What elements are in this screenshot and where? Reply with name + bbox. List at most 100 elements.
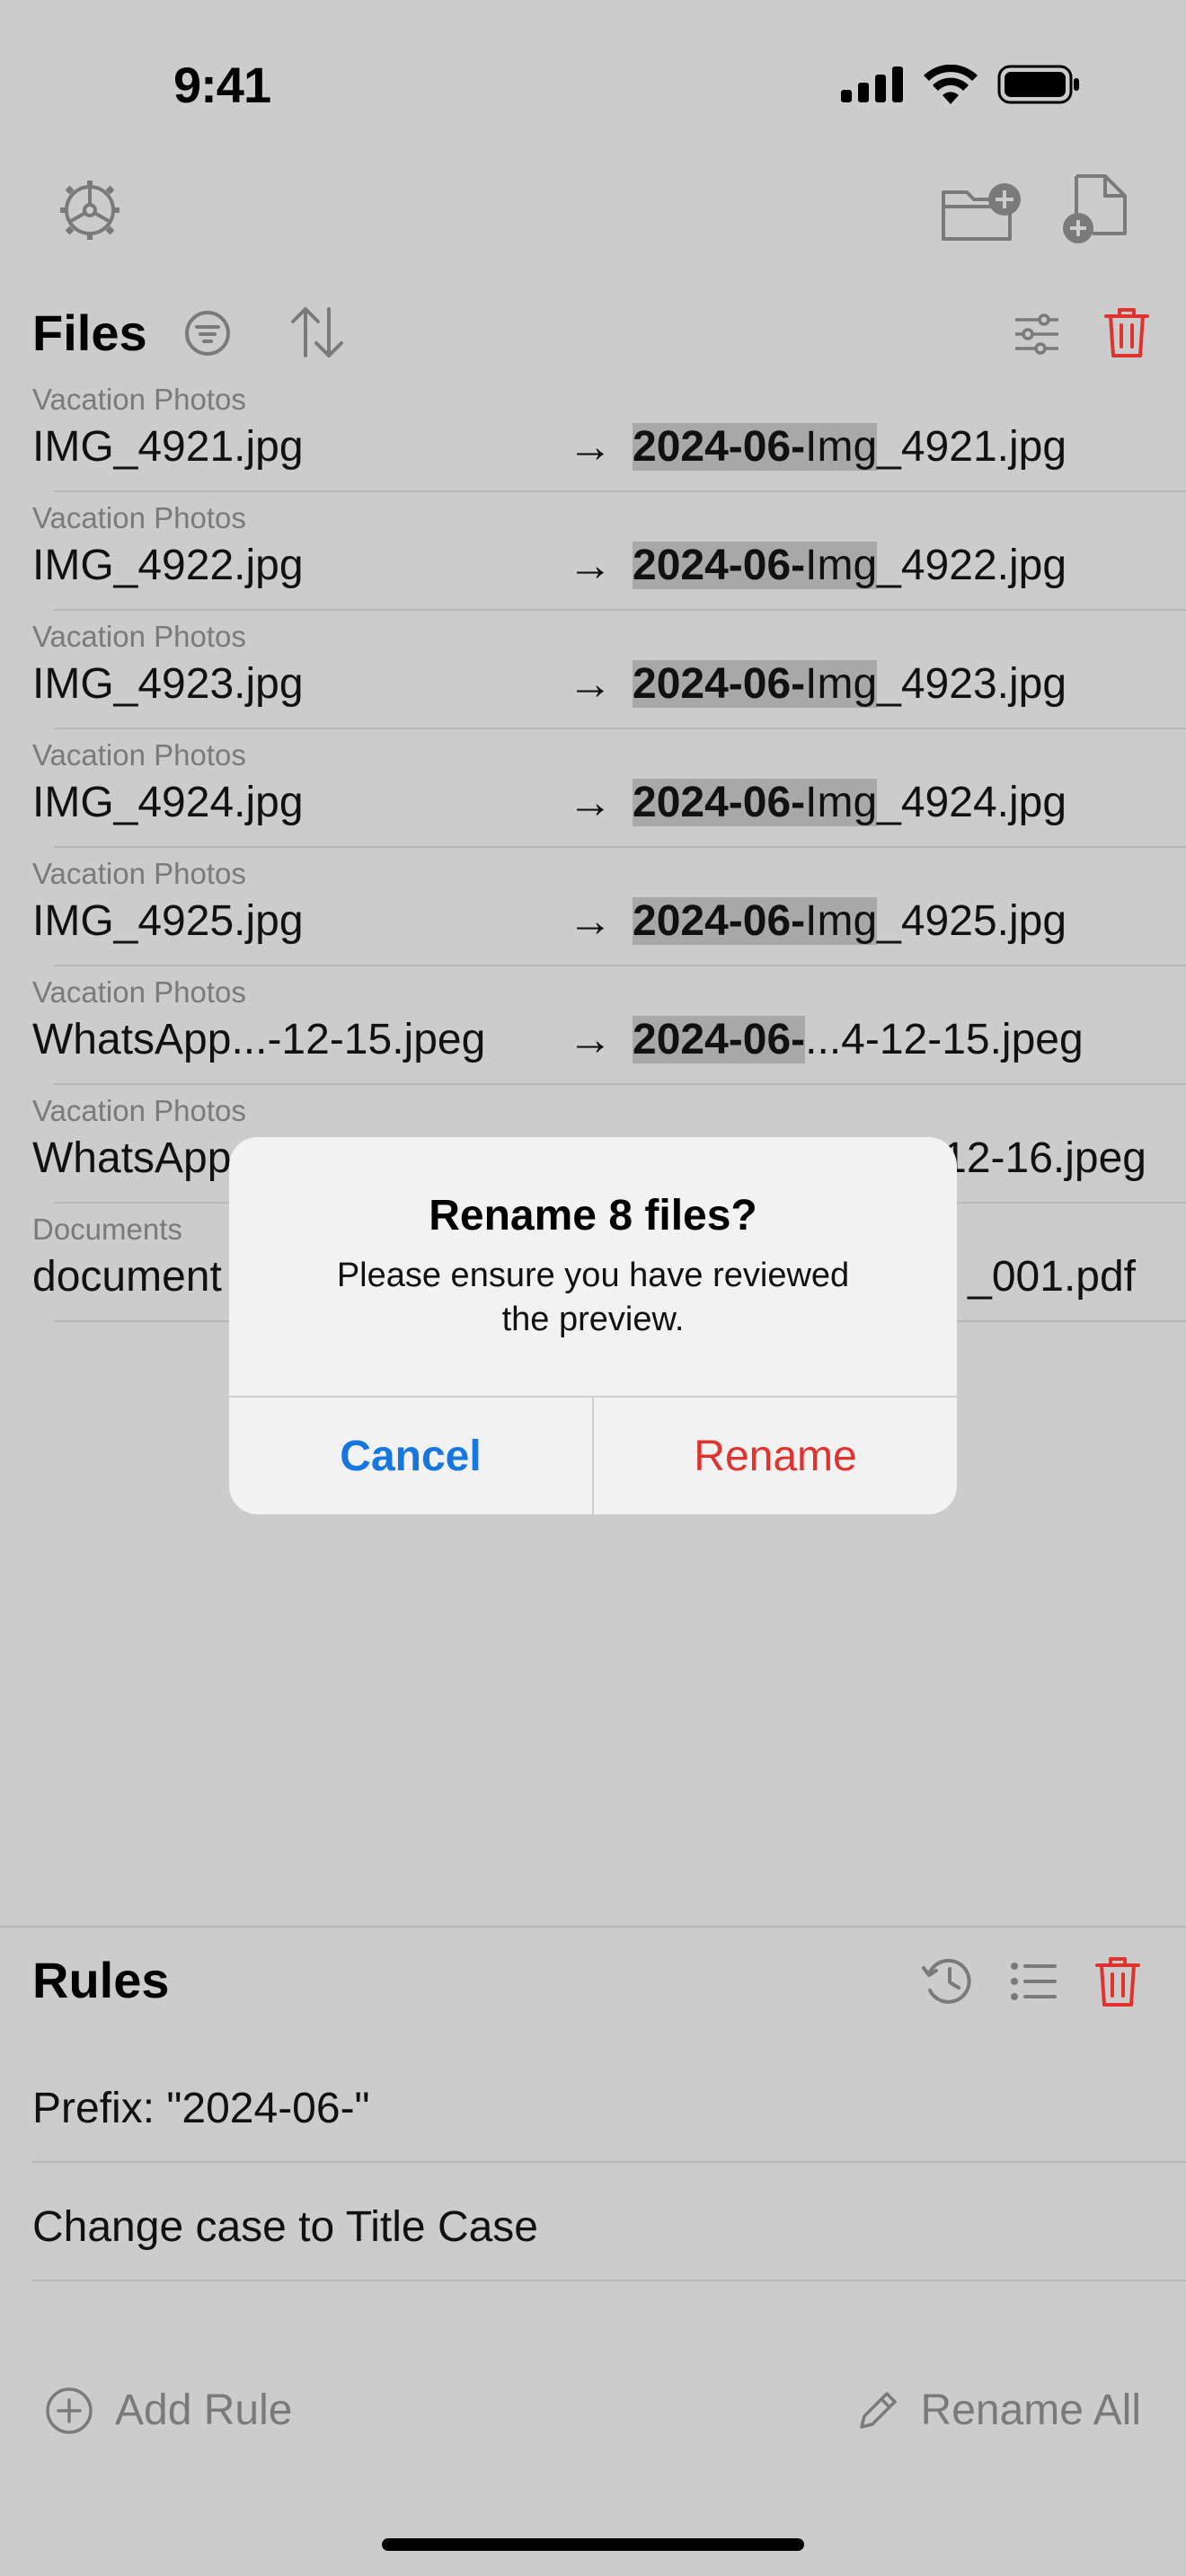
rename-all-label: Rename All [920,2386,1141,2434]
cancel-button[interactable]: Cancel [229,1398,592,1514]
file-folder-label: Vacation Photos [32,383,246,416]
home-indicator [382,2538,804,2551]
clear-files-button[interactable] [1102,304,1152,361]
filter-icon [185,311,230,356]
file-new-name: 2024-06-Img_4922.jpg [633,541,1067,590]
rule-label: Prefix: "2024-06-" [32,2085,370,2132]
trash-icon [1104,308,1149,357]
file-new-name: 2024-06-Img_4925.jpg [633,896,1067,946]
new-name-case-change: Img [805,542,878,589]
rename-arrow-icon: → [568,777,613,827]
file-new-name: 2024-06-Img_4921.jpg [633,422,1067,472]
file-new-name: _001.pdf [968,1252,1136,1301]
file-row[interactable]: Vacation Photos IMG_4921.jpg → 2024-06-I… [32,374,1186,492]
clear-rules-button[interactable] [1093,1953,1143,2010]
file-new-name: 2024-06-...4-12-15.jpeg [633,1015,1084,1064]
file-row[interactable]: Vacation Photos IMG_4922.jpg → 2024-06-I… [32,492,1186,611]
rename-arrow-icon: → [568,658,613,709]
add-rule-label: Add Rule [115,2386,293,2434]
rule-label: Change case to Title Case [32,2203,538,2251]
cellular-signal-icon [841,66,903,102]
new-name-rest: ...4-12-15.jpeg [805,1016,1084,1063]
new-name-rest: _4923.jpg [877,660,1067,708]
file-add-icon [1063,174,1127,243]
rename-confirm-dialog: Rename 8 files? Please ensure you have r… [229,1137,957,1514]
filter-button[interactable] [183,309,232,357]
add-rule-button[interactable]: Add Rule [45,2386,292,2435]
file-original-name: IMG_4924.jpg [32,779,304,826]
settings-button[interactable] [58,178,122,243]
file-new-name: 12-16.jpeg [943,1134,1146,1183]
folder-add-icon [942,183,1021,241]
new-name-prefix: 2024-06- [633,897,806,945]
file-original-name: IMG_4923.jpg [32,660,304,708]
rename-arrow-icon: → [568,895,613,946]
row-divider [32,2280,1186,2281]
file-original-name: WhatsApp...-12-15.jpeg [32,1016,486,1063]
file-row[interactable]: Vacation Photos IMG_4923.jpg → 2024-06-I… [32,611,1186,729]
rule-list-button[interactable] [1008,1958,1058,2005]
new-name-rest: _001.pdf [968,1253,1136,1301]
new-name-case-change: Img [805,779,878,826]
file-folder-label: Documents [32,1213,182,1246]
trash-icon [1095,1957,1140,2007]
new-name-case-change: Img [805,897,878,945]
sort-arrows-icon [291,307,343,357]
status-icons [841,65,1080,104]
file-folder-label: Vacation Photos [32,620,246,653]
file-original-name: document [32,1253,222,1301]
battery-icon [997,65,1079,104]
files-title: Files [32,304,147,361]
add-folder-button[interactable] [940,180,1022,244]
rule-row[interactable]: Prefix: "2024-06-" [32,2046,1186,2163]
file-folder-label: Vacation Photos [32,857,246,890]
rename-all-button[interactable]: Rename All [856,2386,1141,2435]
status-time: 9:41 [173,57,271,113]
file-folder-label: Vacation Photos [32,1094,246,1127]
file-row[interactable]: Vacation Photos IMG_4925.jpg → 2024-06-I… [32,848,1186,966]
row-divider [32,2161,1186,2163]
new-name-prefix: 2024-06- [633,542,806,589]
file-folder-label: Vacation Photos [32,738,246,772]
new-name-rest: _4922.jpg [877,542,1067,589]
file-folder-label: Vacation Photos [32,501,246,534]
plus-circle-icon [46,2386,93,2434]
new-name-prefix: 2024-06- [633,423,806,471]
file-original-name: IMG_4925.jpg [32,897,304,945]
rules-title: Rules [32,1952,170,2008]
rename-arrow-icon: → [568,540,613,590]
history-icon [922,1958,971,2004]
dialog-title: Rename 8 files? [429,1192,757,1239]
new-name-rest: 12-16.jpeg [943,1134,1146,1182]
new-name-case-change: Img [805,423,878,471]
rule-row[interactable]: Change case to Title Case [32,2165,1186,2281]
wifi-icon [924,65,978,104]
pencil-icon [859,2391,897,2429]
rename-arrow-icon: → [568,1014,613,1064]
adjust-button[interactable] [1012,311,1062,357]
file-original-name: IMG_4922.jpg [32,542,304,589]
new-name-prefix: 2024-06- [633,660,806,708]
new-name-rest: _4925.jpg [877,897,1067,945]
new-name-rest: _4921.jpg [877,423,1067,471]
file-folder-label: Vacation Photos [32,975,246,1009]
rules-section-divider [0,1926,1186,1928]
sliders-icon [1015,313,1058,355]
file-row[interactable]: Vacation Photos IMG_4924.jpg → 2024-06-I… [32,729,1186,848]
history-button[interactable] [920,1954,974,2008]
rename-arrow-icon: → [568,421,613,472]
file-new-name: 2024-06-Img_4924.jpg [633,778,1067,827]
add-file-button[interactable] [1060,172,1132,246]
new-name-prefix: 2024-06- [633,779,806,826]
list-icon [1011,1963,1057,2000]
file-new-name: 2024-06-Img_4923.jpg [633,659,1067,709]
dialog-message: Please ensure you have reviewed the prev… [336,1257,850,1338]
new-name-prefix: 2024-06- [633,1016,806,1063]
file-original-name: IMG_4921.jpg [32,423,304,471]
file-row[interactable]: Vacation Photos WhatsApp...-12-15.jpeg →… [32,966,1186,1085]
new-name-rest: _4924.jpg [877,779,1067,826]
new-name-case-change: Img [805,660,878,708]
rename-button[interactable]: Rename [594,1398,957,1514]
gear-icon [60,181,119,240]
sort-button[interactable] [289,304,345,361]
